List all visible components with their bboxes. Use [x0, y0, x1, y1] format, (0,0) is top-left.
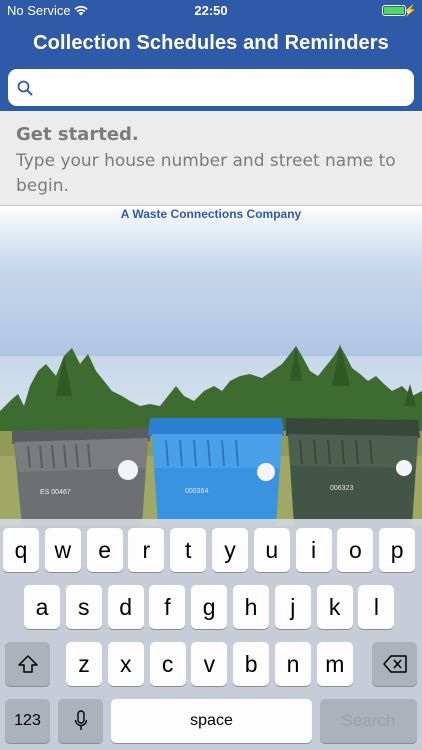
- key-r[interactable]: r: [128, 528, 165, 572]
- key-l[interactable]: l: [358, 585, 395, 629]
- waste-bins-photo: ES 00467 000364 006323: [0, 344, 422, 526]
- key-t[interactable]: t: [170, 528, 207, 572]
- key-b[interactable]: b: [233, 642, 270, 686]
- key-x[interactable]: x: [107, 642, 144, 686]
- backspace-key[interactable]: [372, 642, 417, 686]
- key-c[interactable]: c: [149, 642, 186, 686]
- numbers-key[interactable]: 123: [5, 699, 50, 743]
- search-bar: [0, 66, 422, 111]
- shift-key[interactable]: [5, 642, 50, 686]
- address-search-input[interactable]: [42, 75, 402, 100]
- battery-fill: [384, 7, 404, 14]
- backspace-icon: [382, 655, 407, 673]
- space-key[interactable]: space: [111, 699, 312, 743]
- key-m[interactable]: m: [316, 642, 353, 686]
- bin-number-green: 006323: [330, 485, 353, 492]
- search-box[interactable]: [8, 69, 414, 106]
- status-time: 22:50: [194, 3, 228, 18]
- key-d[interactable]: d: [107, 585, 144, 629]
- key-y[interactable]: y: [212, 528, 248, 572]
- get-started-text: Type your house number and street name t…: [16, 151, 396, 196]
- shift-icon: [17, 655, 38, 673]
- key-s[interactable]: s: [65, 585, 102, 629]
- key-h[interactable]: h: [233, 585, 269, 629]
- key-a[interactable]: a: [24, 585, 60, 629]
- key-u[interactable]: u: [253, 528, 290, 572]
- charging-bolt-icon: ⚡: [403, 5, 417, 17]
- key-p[interactable]: p: [379, 528, 416, 572]
- hero-image: ES 00467 000364 006323 A Waste Connectio…: [0, 206, 422, 526]
- key-j[interactable]: j: [274, 585, 311, 629]
- get-started-heading: Get started.: [16, 124, 139, 145]
- app-header: No Service 22:50 ⚡ Collection Schedules …: [0, 0, 422, 66]
- key-v[interactable]: v: [191, 642, 228, 686]
- key-z[interactable]: z: [66, 642, 102, 686]
- status-bar: No Service 22:50 ⚡: [0, 0, 422, 22]
- blue-bin: 000364: [148, 418, 284, 526]
- company-tagline: A Waste Connections Company: [120, 207, 302, 221]
- key-e[interactable]: e: [86, 528, 123, 572]
- page-title: Collection Schedules and Reminders: [33, 32, 389, 54]
- key-n[interactable]: n: [275, 642, 311, 686]
- gray-bin: ES 00467: [12, 428, 150, 526]
- dictation-key[interactable]: [58, 699, 103, 743]
- bin-number-gray: ES 00467: [40, 489, 71, 496]
- search-key[interactable]: Search: [320, 699, 417, 743]
- get-started-panel: Get started. Type your house number and …: [0, 111, 422, 206]
- on-screen-keyboard: qwertyuiop asdfghjkl zxcvbnm 123 space S…: [0, 519, 422, 750]
- key-k[interactable]: k: [316, 585, 353, 629]
- key-i[interactable]: i: [295, 528, 332, 572]
- key-w[interactable]: w: [44, 528, 81, 572]
- key-q[interactable]: q: [3, 528, 39, 572]
- green-bin: 006323: [286, 418, 420, 526]
- key-o[interactable]: o: [337, 528, 374, 572]
- microphone-icon: [74, 710, 87, 730]
- bin-number-blue: 000364: [185, 488, 208, 495]
- search-icon: [17, 80, 33, 96]
- key-f[interactable]: f: [149, 585, 186, 629]
- key-g[interactable]: g: [191, 585, 228, 629]
